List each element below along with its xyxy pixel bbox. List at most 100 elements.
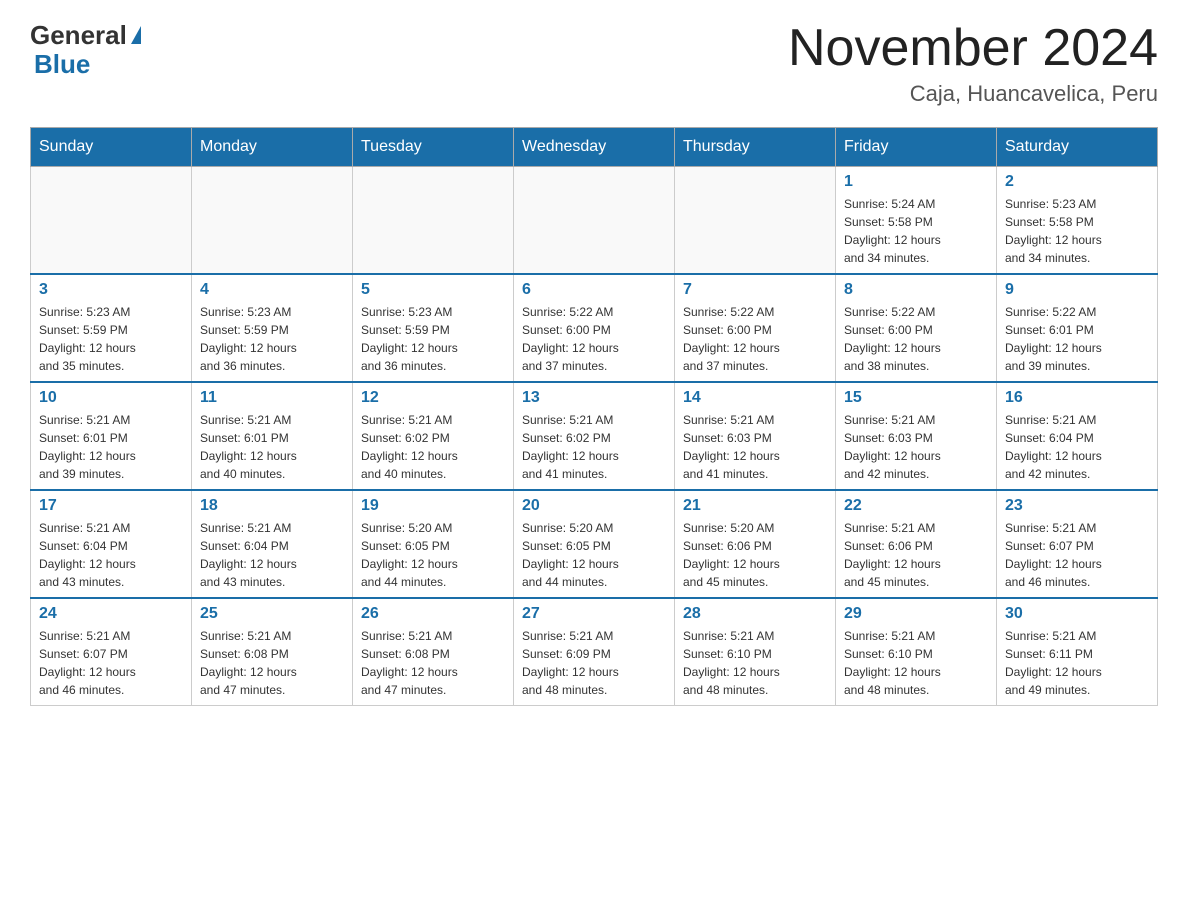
- calendar-day-cell: 6 Sunrise: 5:22 AMSunset: 6:00 PMDaylight…: [514, 274, 675, 382]
- calendar-week-row: 3 Sunrise: 5:23 AMSunset: 5:59 PMDaylight…: [31, 274, 1158, 382]
- calendar-day-cell: 18Sunrise: 5:21 AMSunset: 6:04 PMDayligh…: [192, 490, 353, 598]
- calendar-day-cell: 5 Sunrise: 5:23 AMSunset: 5:59 PMDaylight…: [353, 274, 514, 382]
- calendar-day-cell: 28 Sunrise: 5:21 AMSunset: 6:10 PMDayligh…: [675, 598, 836, 706]
- calendar-day-cell: 3 Sunrise: 5:23 AMSunset: 5:59 PMDaylight…: [31, 274, 192, 382]
- calendar-day-cell: 15Sunrise: 5:21 AMSunset: 6:03 PMDayligh…: [836, 382, 997, 490]
- day-number: 17: [39, 497, 183, 515]
- logo: General Blue: [30, 20, 141, 80]
- day-number: 28: [683, 605, 827, 623]
- calendar-week-row: 17 Sunrise: 5:21 AMSunset: 6:04 PMDayligh…: [31, 490, 1158, 598]
- weekday-header: Saturday: [997, 128, 1158, 167]
- weekday-header: Tuesday: [353, 128, 514, 167]
- calendar-day-cell: [353, 167, 514, 275]
- day-info: Sunrise: 5:24 AMSunset: 5:58 PMDaylight:…: [844, 195, 988, 267]
- calendar-day-cell: 27 Sunrise: 5:21 AMSunset: 6:09 PMDayligh…: [514, 598, 675, 706]
- day-number: 2: [1005, 173, 1149, 191]
- calendar-day-cell: 16Sunrise: 5:21 AMSunset: 6:04 PMDayligh…: [997, 382, 1158, 490]
- day-info: Sunrise: 5:21 AMSunset: 6:01 PMDaylight:…: [200, 411, 344, 483]
- day-info: Sunrise: 5:21 AMSunset: 6:09 PMDaylight:…: [522, 627, 666, 699]
- calendar-day-cell: 30 Sunrise: 5:21 AMSunset: 6:11 PMDayligh…: [997, 598, 1158, 706]
- day-number: 1: [844, 173, 988, 191]
- calendar-day-cell: 25 Sunrise: 5:21 AMSunset: 6:08 PMDayligh…: [192, 598, 353, 706]
- calendar-day-cell: 14Sunrise: 5:21 AMSunset: 6:03 PMDayligh…: [675, 382, 836, 490]
- calendar-day-cell: 1 Sunrise: 5:24 AMSunset: 5:58 PMDaylight…: [836, 167, 997, 275]
- day-info: Sunrise: 5:22 AMSunset: 6:00 PMDaylight:…: [683, 303, 827, 375]
- day-info: Sunrise: 5:23 AMSunset: 5:59 PMDaylight:…: [361, 303, 505, 375]
- day-info: Sunrise: 5:21 AMSunset: 6:03 PMDaylight:…: [844, 411, 988, 483]
- calendar-day-cell: [675, 167, 836, 275]
- page-header: General Blue November 2024 Caja, Huancav…: [30, 20, 1158, 107]
- logo-blue-text: Blue: [30, 49, 90, 80]
- weekday-header: Monday: [192, 128, 353, 167]
- calendar-day-cell: 4 Sunrise: 5:23 AMSunset: 5:59 PMDaylight…: [192, 274, 353, 382]
- day-info: Sunrise: 5:21 AMSunset: 6:02 PMDaylight:…: [522, 411, 666, 483]
- day-info: Sunrise: 5:21 AMSunset: 6:10 PMDaylight:…: [683, 627, 827, 699]
- day-info: Sunrise: 5:21 AMSunset: 6:02 PMDaylight:…: [361, 411, 505, 483]
- calendar-table: SundayMondayTuesdayWednesdayThursdayFrid…: [30, 127, 1158, 706]
- calendar-day-cell: 24 Sunrise: 5:21 AMSunset: 6:07 PMDayligh…: [31, 598, 192, 706]
- day-info: Sunrise: 5:21 AMSunset: 6:07 PMDaylight:…: [1005, 519, 1149, 591]
- day-info: Sunrise: 5:21 AMSunset: 6:04 PMDaylight:…: [200, 519, 344, 591]
- calendar-day-cell: 7 Sunrise: 5:22 AMSunset: 6:00 PMDaylight…: [675, 274, 836, 382]
- calendar-day-cell: 12Sunrise: 5:21 AMSunset: 6:02 PMDayligh…: [353, 382, 514, 490]
- day-number: 9: [1005, 281, 1149, 299]
- day-info: Sunrise: 5:22 AMSunset: 6:01 PMDaylight:…: [1005, 303, 1149, 375]
- day-info: Sunrise: 5:20 AMSunset: 6:06 PMDaylight:…: [683, 519, 827, 591]
- day-info: Sunrise: 5:20 AMSunset: 6:05 PMDaylight:…: [522, 519, 666, 591]
- day-number: 13: [522, 389, 666, 407]
- day-info: Sunrise: 5:22 AMSunset: 6:00 PMDaylight:…: [522, 303, 666, 375]
- calendar-day-cell: 9 Sunrise: 5:22 AMSunset: 6:01 PMDaylight…: [997, 274, 1158, 382]
- day-number: 7: [683, 281, 827, 299]
- calendar-day-cell: 21 Sunrise: 5:20 AMSunset: 6:06 PMDayligh…: [675, 490, 836, 598]
- calendar-week-row: 1 Sunrise: 5:24 AMSunset: 5:58 PMDaylight…: [31, 167, 1158, 275]
- day-number: 30: [1005, 605, 1149, 623]
- weekday-header: Wednesday: [514, 128, 675, 167]
- calendar-day-cell: 8 Sunrise: 5:22 AMSunset: 6:00 PMDaylight…: [836, 274, 997, 382]
- day-number: 8: [844, 281, 988, 299]
- calendar-day-cell: 20Sunrise: 5:20 AMSunset: 6:05 PMDayligh…: [514, 490, 675, 598]
- day-number: 23: [1005, 497, 1149, 515]
- day-number: 6: [522, 281, 666, 299]
- day-number: 27: [522, 605, 666, 623]
- day-number: 21: [683, 497, 827, 515]
- weekday-header: Sunday: [31, 128, 192, 167]
- day-info: Sunrise: 5:22 AMSunset: 6:00 PMDaylight:…: [844, 303, 988, 375]
- logo-triangle-icon: [131, 26, 141, 44]
- day-info: Sunrise: 5:21 AMSunset: 6:11 PMDaylight:…: [1005, 627, 1149, 699]
- day-number: 24: [39, 605, 183, 623]
- calendar-week-row: 10Sunrise: 5:21 AMSunset: 6:01 PMDayligh…: [31, 382, 1158, 490]
- month-title: November 2024: [788, 20, 1158, 77]
- day-number: 26: [361, 605, 505, 623]
- day-info: Sunrise: 5:21 AMSunset: 6:06 PMDaylight:…: [844, 519, 988, 591]
- calendar-day-cell: 26 Sunrise: 5:21 AMSunset: 6:08 PMDayligh…: [353, 598, 514, 706]
- calendar-day-cell: 19 Sunrise: 5:20 AMSunset: 6:05 PMDayligh…: [353, 490, 514, 598]
- logo-general-text: General: [30, 20, 127, 51]
- day-number: 3: [39, 281, 183, 299]
- calendar-day-cell: [31, 167, 192, 275]
- day-info: Sunrise: 5:21 AMSunset: 6:08 PMDaylight:…: [361, 627, 505, 699]
- calendar-day-cell: [192, 167, 353, 275]
- calendar-week-row: 24 Sunrise: 5:21 AMSunset: 6:07 PMDayligh…: [31, 598, 1158, 706]
- day-info: Sunrise: 5:21 AMSunset: 6:10 PMDaylight:…: [844, 627, 988, 699]
- day-info: Sunrise: 5:21 AMSunset: 6:04 PMDaylight:…: [39, 519, 183, 591]
- calendar-day-cell: 23 Sunrise: 5:21 AMSunset: 6:07 PMDayligh…: [997, 490, 1158, 598]
- title-block: November 2024 Caja, Huancavelica, Peru: [788, 20, 1158, 107]
- day-info: Sunrise: 5:23 AMSunset: 5:58 PMDaylight:…: [1005, 195, 1149, 267]
- calendar-day-cell: 13 Sunrise: 5:21 AMSunset: 6:02 PMDayligh…: [514, 382, 675, 490]
- day-info: Sunrise: 5:21 AMSunset: 6:08 PMDaylight:…: [200, 627, 344, 699]
- day-number: 5: [361, 281, 505, 299]
- day-info: Sunrise: 5:23 AMSunset: 5:59 PMDaylight:…: [39, 303, 183, 375]
- day-number: 11: [200, 389, 344, 407]
- location-title: Caja, Huancavelica, Peru: [788, 81, 1158, 107]
- calendar-day-cell: [514, 167, 675, 275]
- day-info: Sunrise: 5:20 AMSunset: 6:05 PMDaylight:…: [361, 519, 505, 591]
- day-number: 25: [200, 605, 344, 623]
- day-info: Sunrise: 5:21 AMSunset: 6:07 PMDaylight:…: [39, 627, 183, 699]
- calendar-day-cell: 17 Sunrise: 5:21 AMSunset: 6:04 PMDayligh…: [31, 490, 192, 598]
- day-number: 19: [361, 497, 505, 515]
- day-number: 16: [1005, 389, 1149, 407]
- weekday-header-row: SundayMondayTuesdayWednesdayThursdayFrid…: [31, 128, 1158, 167]
- day-info: Sunrise: 5:23 AMSunset: 5:59 PMDaylight:…: [200, 303, 344, 375]
- day-number: 4: [200, 281, 344, 299]
- day-number: 22: [844, 497, 988, 515]
